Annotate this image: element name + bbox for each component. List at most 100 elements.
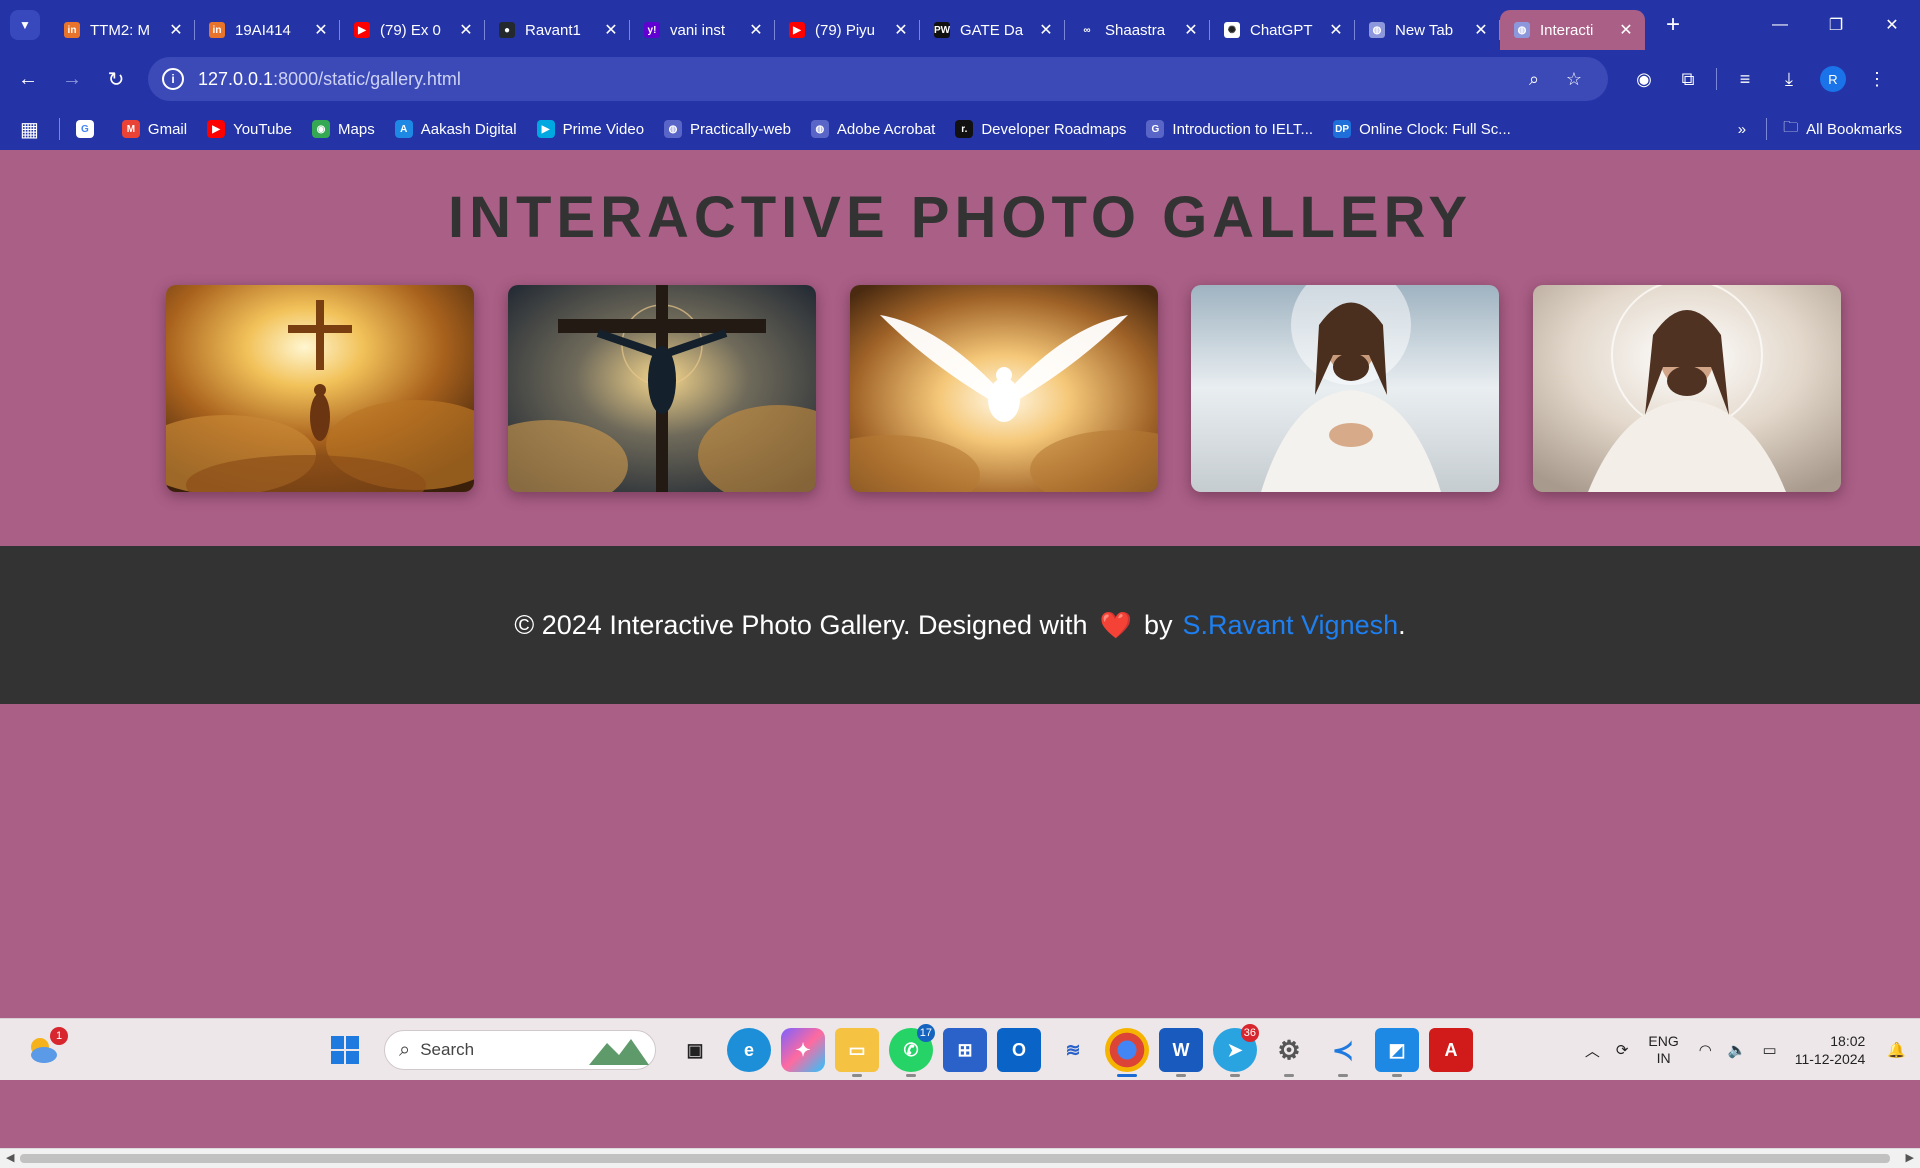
apps-button[interactable]: ▦ bbox=[20, 117, 39, 142]
bookmark-item[interactable]: ◍ Adobe Acrobat bbox=[810, 120, 936, 138]
tab-close-icon[interactable]: ✕ bbox=[1182, 20, 1200, 40]
wifi-icon[interactable]: ◠ bbox=[1699, 1041, 1712, 1059]
tray-overflow-icon[interactable]: ︿ bbox=[1585, 1040, 1600, 1061]
tab-close-icon[interactable]: ✕ bbox=[1472, 20, 1490, 40]
horizontal-scrollbar[interactable]: ◀ ▶ bbox=[0, 1148, 1920, 1168]
battery-icon[interactable]: ▭ bbox=[1763, 1041, 1777, 1059]
browser-tab[interactable]: ▶ (79) Piyu ✕ bbox=[775, 10, 920, 50]
tab-close-icon[interactable]: ✕ bbox=[167, 20, 185, 40]
sync-icon[interactable]: ⟳ bbox=[1616, 1041, 1629, 1059]
browser-tab[interactable]: ✺ ChatGPT ✕ bbox=[1210, 10, 1355, 50]
tab-close-icon[interactable]: ✕ bbox=[1037, 20, 1055, 40]
tab-close-icon[interactable]: ✕ bbox=[747, 20, 765, 40]
browser-tab[interactable]: ◍ New Tab ✕ bbox=[1355, 10, 1500, 50]
minimize-button[interactable]: — bbox=[1752, 0, 1808, 50]
tab-title: New Tab bbox=[1395, 21, 1454, 39]
site-info-icon[interactable]: i bbox=[162, 68, 184, 90]
bookmark-item[interactable]: G bbox=[75, 120, 102, 138]
bookmark-favicon-icon: M bbox=[121, 120, 140, 138]
gallery-photo-4[interactable] bbox=[1191, 285, 1500, 492]
weather-widget[interactable]: 1 bbox=[26, 1027, 68, 1067]
back-button[interactable]: ← bbox=[6, 59, 50, 99]
outlook-icon[interactable]: O bbox=[997, 1028, 1041, 1072]
reload-button[interactable]: ↻ bbox=[94, 59, 138, 99]
footer-period: . bbox=[1398, 609, 1406, 640]
telegram-icon[interactable]: ➤ 36 bbox=[1213, 1024, 1259, 1077]
tab-search-button[interactable]: ▼ bbox=[10, 10, 40, 40]
browser-tab[interactable]: in 19AI414 ✕ bbox=[195, 10, 340, 50]
download-icon[interactable]: ⤓ bbox=[1767, 59, 1811, 99]
tab-close-icon[interactable]: ✕ bbox=[312, 20, 330, 40]
bookmark-item[interactable]: r. Developer Roadmaps bbox=[955, 120, 1126, 138]
browser-tab[interactable]: ∞ Shaastra ✕ bbox=[1065, 10, 1210, 50]
bookmark-item[interactable]: ◍ Practically-web bbox=[664, 120, 791, 138]
tab-close-icon[interactable]: ✕ bbox=[1327, 20, 1345, 40]
incognito-icon[interactable]: ◉ bbox=[1622, 59, 1666, 99]
gallery-photo-5[interactable] bbox=[1533, 285, 1841, 492]
bookmark-item[interactable]: ◉ Maps bbox=[312, 120, 375, 138]
acrobat-icon[interactable]: A bbox=[1429, 1028, 1473, 1072]
browser-tab[interactable]: ▶ (79) Ex 0 ✕ bbox=[340, 10, 485, 50]
notification-bell-icon[interactable]: 🔔 bbox=[1887, 1041, 1906, 1059]
chrome-icon[interactable] bbox=[1105, 1028, 1149, 1077]
browser-tab[interactable]: in TTM2: M ✕ bbox=[50, 10, 195, 50]
gallery-photo-2[interactable] bbox=[507, 285, 816, 492]
bookmark-favicon-icon: ◉ bbox=[312, 120, 331, 138]
store-icon[interactable]: ⊞ bbox=[943, 1028, 987, 1072]
new-tab-button[interactable]: + bbox=[1653, 5, 1693, 45]
bookmark-item[interactable]: G Introduction to IELT... bbox=[1146, 120, 1313, 138]
close-window-button[interactable]: ✕ bbox=[1864, 0, 1920, 50]
more-bookmarks-icon[interactable]: » bbox=[1738, 121, 1746, 138]
close-icon: ✕ bbox=[1885, 17, 1899, 34]
profile-button[interactable]: R bbox=[1811, 59, 1855, 99]
star-icon[interactable]: ☆ bbox=[1554, 69, 1594, 90]
tab-close-icon[interactable]: ✕ bbox=[892, 20, 910, 40]
settings-icon[interactable]: ⚙ bbox=[1267, 1028, 1311, 1077]
bookmark-item[interactable]: DP Online Clock: Full Sc... bbox=[1333, 120, 1511, 138]
photos-icon[interactable]: ◩ bbox=[1375, 1028, 1419, 1077]
edge-icon[interactable]: e bbox=[727, 1028, 771, 1072]
scroll-left-icon[interactable]: ◀ bbox=[6, 1151, 14, 1164]
bookmark-item[interactable]: ▶ YouTube bbox=[207, 120, 292, 138]
volume-icon[interactable]: 🔈 bbox=[1728, 1041, 1747, 1059]
footer-by: by bbox=[1143, 609, 1173, 640]
zoom-icon[interactable]: ⌕ bbox=[1514, 69, 1554, 90]
address-bar[interactable]: i 127.0.0.1 :8000/static/gallery.html ⌕ … bbox=[148, 57, 1608, 101]
browser-tab[interactable]: PW GATE Da ✕ bbox=[920, 10, 1065, 50]
scrollbar-thumb[interactable] bbox=[20, 1154, 1890, 1163]
restore-button[interactable]: ❐ bbox=[1808, 0, 1864, 50]
tab-close-icon[interactable]: ✕ bbox=[457, 20, 475, 40]
all-bookmarks-button[interactable]: All Bookmarks bbox=[1806, 121, 1902, 138]
tab-title: (79) Ex 0 bbox=[380, 21, 441, 39]
author-link[interactable]: S.Ravant Vignesh bbox=[1182, 610, 1398, 641]
browser-tab[interactable]: ◍ Interacti ✕ bbox=[1500, 10, 1645, 50]
whatsapp-icon[interactable]: ✆ 17 bbox=[889, 1024, 935, 1077]
file-explorer-icon[interactable]: ▭ bbox=[835, 1028, 879, 1077]
extensions-icon[interactable]: ⧉ bbox=[1666, 59, 1710, 99]
gallery-photo-3[interactable] bbox=[849, 285, 1158, 492]
start-button[interactable] bbox=[323, 1028, 367, 1072]
browser-tab[interactable]: y! vani inst ✕ bbox=[630, 10, 775, 50]
taskbar-apps: ⌕ Search ▣ e ✦ ▭ ✆ 17 ⊞ O ≋ W ➤ 36 ⚙ ≺ ◩… bbox=[318, 1024, 1478, 1077]
bookmark-list: G M Gmail ▶ YouTube ◉ Maps A Aakash Digital ▶ Prim… bbox=[75, 120, 1531, 138]
clock[interactable]: 18:02 11-12-2024 bbox=[1795, 1032, 1866, 1068]
bookmark-label: Adobe Acrobat bbox=[836, 120, 936, 138]
bookmark-item[interactable]: A Aakash Digital bbox=[394, 120, 517, 138]
bookmark-item[interactable]: M Gmail bbox=[121, 120, 187, 138]
copilot-icon[interactable]: ✦ bbox=[781, 1028, 825, 1072]
language-indicator[interactable]: ENG IN bbox=[1648, 1033, 1678, 1067]
vscode-icon[interactable]: ≺ bbox=[1321, 1028, 1365, 1077]
tab-close-icon[interactable]: ✕ bbox=[602, 20, 620, 40]
forward-button[interactable]: → bbox=[50, 59, 94, 99]
bookmark-item[interactable]: ▶ Prime Video bbox=[536, 120, 644, 138]
scroll-right-icon[interactable]: ▶ bbox=[1906, 1151, 1914, 1164]
browser-tab[interactable]: ● Ravant1 ✕ bbox=[485, 10, 630, 50]
tab-close-icon[interactable]: ✕ bbox=[1617, 20, 1635, 40]
media-controls-icon[interactable]: ≡ bbox=[1723, 59, 1767, 99]
word-icon[interactable]: W bbox=[1159, 1028, 1203, 1077]
taskbar-search-input[interactable]: ⌕ Search bbox=[384, 1030, 656, 1070]
menu-icon[interactable]: ⋮ bbox=[1855, 59, 1899, 99]
task-view-icon[interactable]: ▣ bbox=[673, 1028, 717, 1072]
gallery-photo-1[interactable] bbox=[166, 285, 474, 492]
app-icon[interactable]: ≋ bbox=[1051, 1028, 1095, 1072]
